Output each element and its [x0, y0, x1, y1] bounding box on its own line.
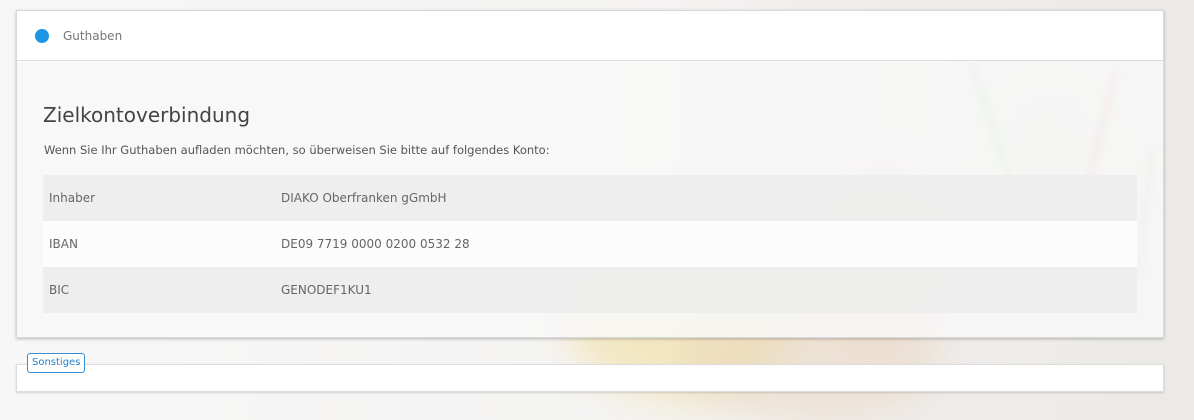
- balance-panel: Guthaben Zielkontoverbindung Wenn Sie Ih…: [16, 10, 1164, 338]
- table-row: IBAN DE09 7719 0000 0200 0532 28: [43, 221, 1137, 267]
- status-dot-icon: [35, 28, 49, 43]
- bic-value: GENODEF1KU1: [281, 283, 372, 297]
- other-section-button[interactable]: Sonstiges: [27, 353, 86, 373]
- section-intro: Wenn Sie Ihr Guthaben aufladen möchten, …: [44, 143, 550, 157]
- panel-header: Guthaben: [17, 11, 1163, 61]
- account-table: Inhaber DIAKO Oberfranken gGmbH IBAN DE0…: [43, 175, 1137, 313]
- account-holder-value: DIAKO Oberfranken gGmbH: [281, 191, 447, 205]
- iban-label: IBAN: [49, 237, 78, 251]
- section-title: Zielkontoverbindung: [43, 103, 251, 127]
- iban-value: DE09 7719 0000 0200 0532 28: [281, 237, 470, 251]
- table-row: BIC GENODEF1KU1: [43, 267, 1137, 313]
- other-panel: [16, 364, 1164, 392]
- bic-label: BIC: [49, 283, 70, 297]
- account-holder-label: Inhaber: [49, 191, 96, 205]
- table-row: Inhaber DIAKO Oberfranken gGmbH: [43, 175, 1137, 221]
- panel-header-label: Guthaben: [63, 28, 123, 43]
